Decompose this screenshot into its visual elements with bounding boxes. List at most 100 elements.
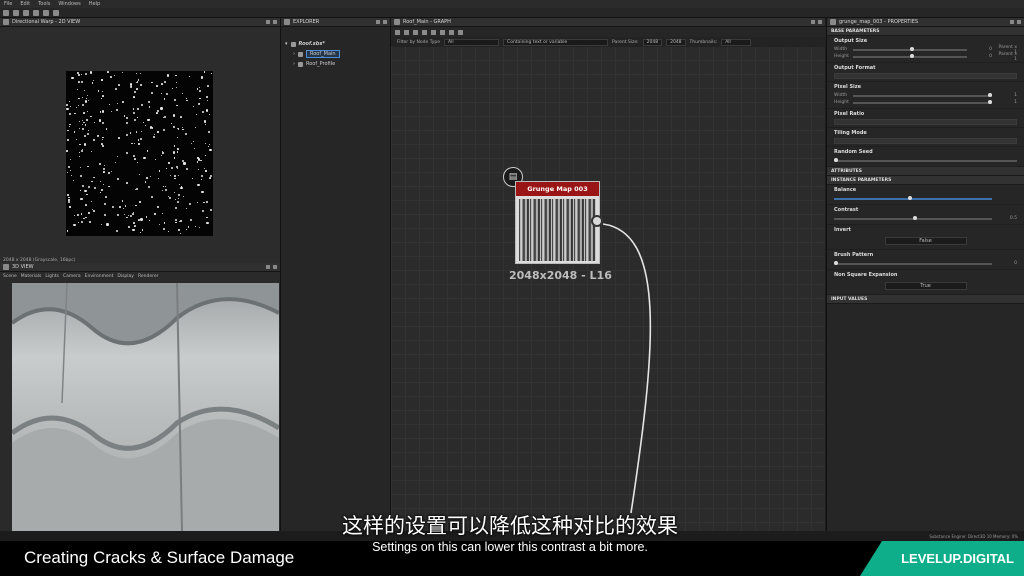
noise-speck — [117, 178, 120, 180]
package-row[interactable]: ▾ Roof.sbs* — [281, 39, 390, 49]
noise-speck — [206, 222, 209, 225]
noise-speck — [101, 98, 103, 100]
menu-materials[interactable]: Materials — [21, 274, 42, 279]
noise-speck — [79, 167, 82, 169]
noise-speck — [176, 200, 179, 203]
balance-slider[interactable] — [834, 195, 1017, 202]
input-values-section[interactable]: INPUT VALUES — [827, 295, 1024, 304]
noise-speck — [91, 180, 93, 183]
noise-speck — [172, 151, 176, 154]
noise-speck — [80, 221, 84, 224]
contrast-slider[interactable]: 0.5 — [834, 215, 1017, 222]
node-title: Grunge Map 003 — [516, 182, 599, 196]
output-port[interactable] — [591, 215, 603, 227]
chevron-right-icon[interactable]: › — [293, 51, 295, 57]
attributes-section[interactable]: ATTRIBUTES — [827, 167, 1024, 176]
noise-speck — [90, 71, 93, 74]
noise-speck — [203, 120, 206, 123]
noise-speck — [130, 214, 133, 217]
noise-speck — [158, 177, 160, 179]
close-icon[interactable] — [273, 265, 277, 269]
texture-preview-2d[interactable] — [66, 71, 213, 236]
menu-scene[interactable]: Scene — [3, 274, 17, 279]
noise-speck — [133, 96, 136, 99]
noise-speck — [205, 143, 207, 145]
menu-edit[interactable]: Edit — [20, 1, 30, 7]
non-square-toggle[interactable]: True — [884, 282, 967, 290]
noise-speck — [106, 128, 108, 130]
noise-speck — [107, 71, 109, 73]
pixel-ratio-dropdown[interactable] — [834, 119, 1017, 125]
pin-icon[interactable] — [266, 20, 270, 24]
brush-pattern-slider[interactable]: 0 — [834, 260, 1017, 267]
noise-speck — [93, 176, 95, 178]
pin-icon[interactable] — [376, 20, 380, 24]
noise-speck — [126, 216, 129, 219]
menu-display[interactable]: Display — [117, 274, 134, 279]
noise-speck — [135, 188, 138, 191]
tree-item-roof-main[interactable]: › Roof_Main — [281, 49, 390, 59]
noise-speck — [105, 195, 108, 199]
close-icon[interactable] — [383, 20, 387, 24]
width-slider[interactable]: Width 0 Parent x 1 — [834, 45, 1017, 55]
height-slider[interactable]: Height 0 Parent x 1 — [834, 52, 1017, 62]
noise-speck — [86, 132, 89, 135]
roof-tile-render[interactable] — [12, 283, 279, 531]
noise-speck — [116, 102, 119, 105]
pixel-size-group: Pixel Size Width 1 Height 1 — [827, 82, 1024, 109]
noise-speck — [83, 90, 85, 92]
noise-speck — [172, 114, 176, 117]
noise-speck — [103, 183, 105, 185]
undo-icon[interactable] — [43, 9, 49, 16]
noise-speck — [100, 180, 102, 182]
pin-icon[interactable] — [1010, 20, 1014, 24]
noise-speck — [164, 188, 167, 191]
close-icon[interactable] — [273, 20, 277, 24]
noise-speck — [164, 98, 166, 100]
noise-speck — [110, 75, 112, 78]
noise-speck — [156, 112, 158, 114]
noise-speck — [204, 123, 206, 126]
noise-speck — [138, 143, 140, 145]
close-icon[interactable] — [1017, 20, 1021, 24]
save-all-icon[interactable] — [33, 9, 39, 16]
noise-speck — [91, 82, 93, 84]
menu-tools[interactable]: Tools — [38, 1, 50, 7]
menu-file[interactable]: File — [4, 1, 12, 7]
output-format-dropdown[interactable] — [834, 73, 1017, 79]
menu-windows[interactable]: Windows — [58, 1, 80, 7]
noise-speck — [93, 139, 96, 141]
menu-camera[interactable]: Camera — [63, 274, 81, 279]
noise-speck — [181, 92, 183, 94]
noise-speck — [87, 165, 89, 168]
menu-renderer[interactable]: Renderer — [138, 274, 159, 279]
pin-icon[interactable] — [266, 265, 270, 269]
open-file-icon[interactable] — [13, 9, 19, 16]
noise-speck — [138, 174, 140, 176]
grunge-map-node[interactable]: Grunge Map 003 — [515, 181, 600, 264]
noise-speck — [135, 131, 138, 133]
menu-lights[interactable]: Lights — [45, 274, 59, 279]
new-file-icon[interactable] — [3, 9, 9, 16]
output-format-label: Output Format — [834, 65, 876, 71]
base-parameters-section[interactable]: BASE PARAMETERS — [827, 27, 1024, 36]
pixel-height-slider[interactable]: Height 1 — [834, 99, 1017, 106]
instance-parameters-section[interactable]: INSTANCE PARAMETERS — [827, 176, 1024, 185]
noise-speck — [126, 152, 129, 155]
chevron-down-icon[interactable]: ▾ — [285, 41, 288, 47]
chevron-right-icon[interactable]: › — [293, 61, 295, 67]
noise-speck — [151, 82, 153, 84]
tiling-mode-dropdown[interactable] — [834, 138, 1017, 144]
redo-icon[interactable] — [53, 9, 59, 16]
tree-item-roof-profile[interactable]: › Roof_Profile — [281, 59, 390, 69]
random-seed-slider[interactable] — [834, 157, 1017, 164]
noise-speck — [131, 142, 133, 144]
noise-speck — [85, 204, 88, 206]
menu-environment[interactable]: Environment — [85, 274, 114, 279]
invert-toggle[interactable]: False — [884, 237, 967, 245]
pixel-width-slider[interactable]: Width 1 — [834, 92, 1017, 99]
noise-speck — [132, 155, 135, 158]
noise-speck — [135, 72, 137, 74]
save-icon[interactable] — [23, 9, 29, 16]
menu-help[interactable]: Help — [89, 1, 100, 7]
